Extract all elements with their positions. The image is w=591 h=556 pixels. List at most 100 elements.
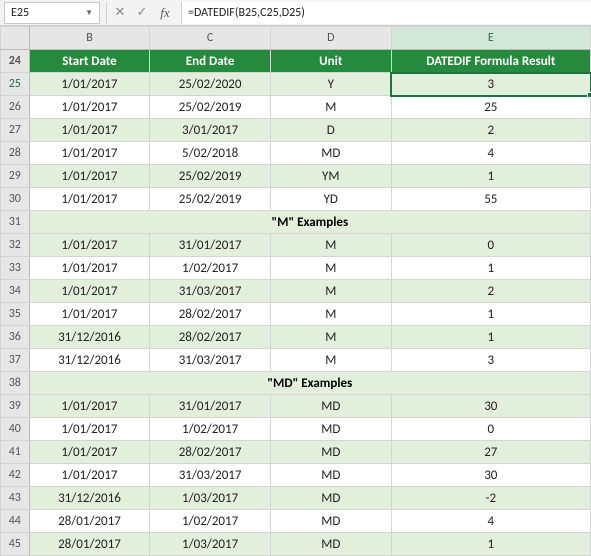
cell[interactable]: 1/02/2017: [150, 257, 271, 280]
cell[interactable]: 1: [391, 303, 590, 326]
cell[interactable]: M: [270, 349, 391, 372]
cell[interactable]: 1/02/2017: [150, 510, 271, 533]
cell[interactable]: M: [270, 257, 391, 280]
cell[interactable]: 1/03/2017: [150, 487, 271, 510]
col-header-B[interactable]: B: [29, 27, 150, 50]
row-header[interactable]: 35: [1, 303, 30, 326]
cell[interactable]: 31/12/2016: [29, 487, 150, 510]
cell[interactable]: M: [270, 234, 391, 257]
cell[interactable]: MD: [270, 142, 391, 165]
cell[interactable]: 31/12/2016: [29, 326, 150, 349]
cell[interactable]: 1/01/2017: [29, 234, 150, 257]
cell[interactable]: 1/01/2017: [29, 280, 150, 303]
cell[interactable]: 2: [391, 119, 590, 142]
cell[interactable]: 3: [391, 73, 590, 96]
column-title[interactable]: End Date: [150, 50, 271, 73]
fx-icon[interactable]: fx: [153, 5, 177, 21]
cell[interactable]: 30: [391, 395, 590, 418]
row-header[interactable]: 31: [1, 211, 30, 234]
cell[interactable]: MD: [270, 464, 391, 487]
cell[interactable]: 3: [391, 349, 590, 372]
cell[interactable]: 31/03/2017: [150, 464, 271, 487]
row-header[interactable]: 27: [1, 119, 30, 142]
row-header[interactable]: 25: [1, 73, 30, 96]
col-header-C[interactable]: C: [150, 27, 271, 50]
row-header[interactable]: 24: [1, 50, 30, 73]
cell[interactable]: M: [270, 303, 391, 326]
name-box[interactable]: E25 ▼: [4, 2, 100, 24]
row-header[interactable]: 43: [1, 487, 30, 510]
cell[interactable]: M: [270, 326, 391, 349]
cell[interactable]: 25/02/2019: [150, 96, 271, 119]
cancel-icon[interactable]: ✕: [109, 2, 131, 24]
cell[interactable]: MD: [270, 395, 391, 418]
cell[interactable]: YM: [270, 165, 391, 188]
cell[interactable]: 1/01/2017: [29, 418, 150, 441]
row-header[interactable]: 37: [1, 349, 30, 372]
cell[interactable]: M: [270, 96, 391, 119]
row-header[interactable]: 42: [1, 464, 30, 487]
row-header[interactable]: 32: [1, 234, 30, 257]
cell[interactable]: 1/01/2017: [29, 441, 150, 464]
cell[interactable]: 1: [391, 257, 590, 280]
cell[interactable]: 1/03/2017: [150, 533, 271, 556]
cell[interactable]: YD: [270, 188, 391, 211]
cell[interactable]: 5/02/2018: [150, 142, 271, 165]
col-header-E[interactable]: E: [391, 27, 590, 50]
cell[interactable]: 1: [391, 165, 590, 188]
cell[interactable]: 31/01/2017: [150, 395, 271, 418]
cell[interactable]: 1/01/2017: [29, 119, 150, 142]
cell[interactable]: 4: [391, 510, 590, 533]
cell[interactable]: 1/01/2017: [29, 188, 150, 211]
cell[interactable]: 28/02/2017: [150, 326, 271, 349]
cell[interactable]: 30: [391, 464, 590, 487]
cell[interactable]: 1: [391, 533, 590, 556]
col-header-D[interactable]: D: [270, 27, 391, 50]
section-heading[interactable]: "M" Examples: [29, 211, 590, 234]
section-heading[interactable]: "MD" Examples: [29, 372, 590, 395]
cell[interactable]: 25/02/2019: [150, 188, 271, 211]
cell[interactable]: -2: [391, 487, 590, 510]
column-title[interactable]: Unit: [270, 50, 391, 73]
column-title[interactable]: Start Date: [29, 50, 150, 73]
cell[interactable]: 27: [391, 441, 590, 464]
cell[interactable]: MD: [270, 487, 391, 510]
cell[interactable]: 31/03/2017: [150, 280, 271, 303]
cell[interactable]: MD: [270, 418, 391, 441]
row-header[interactable]: 38: [1, 372, 30, 395]
enter-icon[interactable]: ✓: [131, 2, 153, 24]
cell[interactable]: 2: [391, 280, 590, 303]
cell[interactable]: 1/01/2017: [29, 73, 150, 96]
row-header[interactable]: 36: [1, 326, 30, 349]
row-header[interactable]: 29: [1, 165, 30, 188]
cell[interactable]: 25/02/2020: [150, 73, 271, 96]
cell[interactable]: 31/01/2017: [150, 234, 271, 257]
cell[interactable]: 25/02/2019: [150, 165, 271, 188]
row-header[interactable]: 28: [1, 142, 30, 165]
cell[interactable]: 1/01/2017: [29, 464, 150, 487]
row-header[interactable]: 39: [1, 395, 30, 418]
cell[interactable]: MD: [270, 441, 391, 464]
dropdown-icon[interactable]: ▼: [85, 8, 93, 18]
select-all-corner[interactable]: [1, 27, 30, 50]
cell[interactable]: 31/03/2017: [150, 349, 271, 372]
cell[interactable]: 3/01/2017: [150, 119, 271, 142]
cell[interactable]: 1/01/2017: [29, 303, 150, 326]
grid[interactable]: B C D E 24Start DateEnd DateUnitDATEDIF …: [0, 26, 591, 556]
cell[interactable]: 4: [391, 142, 590, 165]
cell[interactable]: 0: [391, 234, 590, 257]
cell[interactable]: 1/02/2017: [150, 418, 271, 441]
row-header[interactable]: 40: [1, 418, 30, 441]
formula-input[interactable]: =DATEDIF(B25,C25,D25): [181, 2, 591, 24]
cell[interactable]: 1: [391, 326, 590, 349]
column-title[interactable]: DATEDIF Formula Result: [391, 50, 590, 73]
row-header[interactable]: 34: [1, 280, 30, 303]
row-header[interactable]: 41: [1, 441, 30, 464]
row-header[interactable]: 30: [1, 188, 30, 211]
cell[interactable]: 1/01/2017: [29, 142, 150, 165]
cell[interactable]: D: [270, 119, 391, 142]
row-header[interactable]: 45: [1, 533, 30, 556]
cell[interactable]: 55: [391, 188, 590, 211]
cell[interactable]: 31/12/2016: [29, 349, 150, 372]
cell[interactable]: 1/01/2017: [29, 96, 150, 119]
